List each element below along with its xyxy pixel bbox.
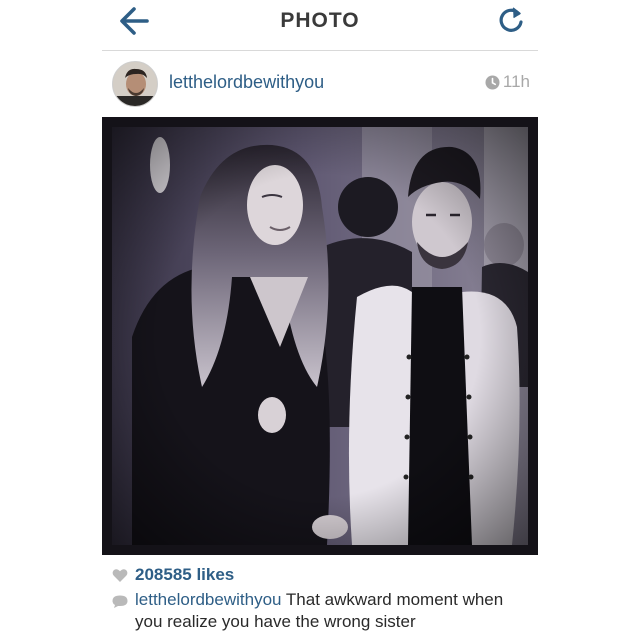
clock-icon <box>485 75 500 90</box>
caption-username[interactable]: letthelordbewithyou <box>135 590 281 609</box>
post-photo <box>112 127 528 545</box>
avatar[interactable] <box>112 61 158 107</box>
refresh-icon[interactable] <box>494 4 528 38</box>
page-title: PHOTO <box>280 9 360 32</box>
post-username[interactable]: letthelordbewithyou <box>169 72 324 93</box>
post-header: letthelordbewithyou 11h <box>102 58 538 110</box>
time-ago-text: 11h <box>502 72 530 91</box>
instagram-photo-screen: PHOTO letthelordbewithyou 11h 208585 lik… <box>0 0 640 640</box>
heart-icon[interactable] <box>112 568 128 583</box>
caption-text: letthelordbewithyou That awkward moment … <box>135 589 532 633</box>
caption-row: letthelordbewithyou That awkward moment … <box>112 589 532 633</box>
likes-count[interactable]: 208585 likes <box>135 565 234 585</box>
nav-bar: PHOTO <box>102 0 538 51</box>
likes-row[interactable]: 208585 likes <box>112 563 234 587</box>
photo-frame[interactable] <box>102 117 538 555</box>
post-timestamp: 11h <box>485 72 530 92</box>
comment-bubble-icon <box>112 595 128 608</box>
